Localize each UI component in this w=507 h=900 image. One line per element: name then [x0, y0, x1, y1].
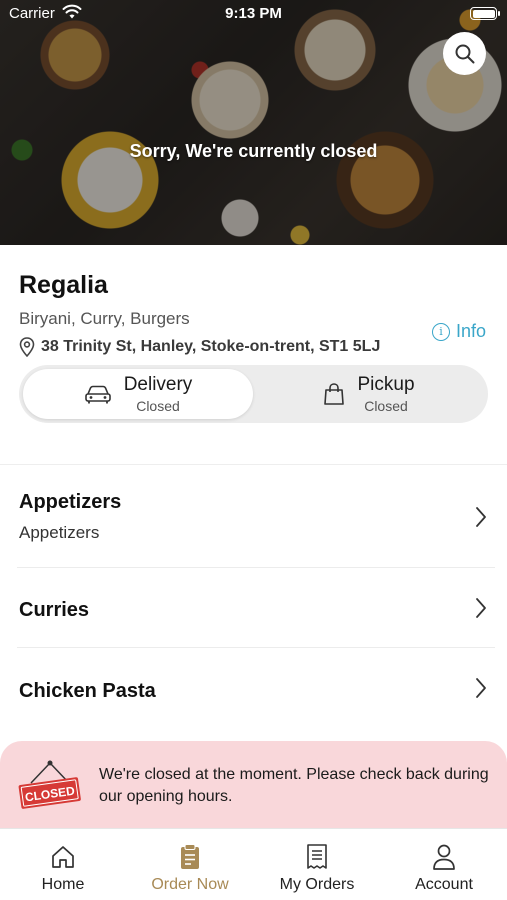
order-icon: [181, 844, 199, 869]
pickup-status: Closed: [364, 398, 408, 414]
home-icon: [52, 846, 74, 868]
hero-overlay: [0, 0, 507, 245]
restaurant-name: Regalia: [19, 271, 108, 299]
bag-icon: [324, 383, 345, 405]
pickup-option[interactable]: Pickup Closed: [254, 369, 484, 419]
status-bar: Carrier 9:13 PM: [0, 0, 507, 30]
tab-my-orders[interactable]: My Orders: [254, 829, 380, 900]
closed-notice-text: We're closed at the moment. Please check…: [99, 766, 489, 805]
category-title: Curries: [19, 599, 90, 621]
chevron-right-icon: [476, 678, 486, 698]
search-icon: [455, 44, 474, 63]
delivery-status: Closed: [136, 398, 180, 414]
person-icon: [433, 844, 455, 870]
search-button[interactable]: [443, 32, 486, 75]
car-icon: [84, 385, 111, 404]
chevron-right-icon: [476, 507, 486, 527]
closed-sign-icon: CLOSED: [18, 760, 81, 809]
receipt-icon: [307, 844, 327, 869]
info-label: Info: [456, 321, 487, 341]
restaurant-address: 38 Trinity St, Hanley, Stoke-on-trent, S…: [19, 337, 380, 357]
category-row-appetizers[interactable]: Appetizers Appetizers: [0, 466, 507, 567]
tab-my-orders-label: My Orders: [279, 876, 355, 893]
order-mode-toggle: Delivery Closed Pickup Closed: [19, 365, 488, 423]
bottom-tab-bar: Home Order Now My Orders Account: [0, 828, 507, 900]
info-icon: i: [432, 322, 450, 341]
address-text: 38 Trinity St, Hanley, Stoke-on-trent, S…: [41, 338, 381, 355]
category-title: Appetizers: [19, 491, 122, 513]
tab-home-label: Home: [41, 876, 85, 893]
section-divider: [0, 464, 507, 465]
battery-icon: [470, 7, 500, 20]
tab-home[interactable]: Home: [0, 829, 126, 900]
tab-account[interactable]: Account: [381, 829, 507, 900]
tab-account-label: Account: [415, 876, 473, 893]
info-link[interactable]: i Info: [432, 321, 486, 342]
closed-message: Sorry, We're currently closed: [129, 141, 378, 161]
location-pin-icon: [19, 337, 35, 357]
restaurant-cuisine: Biryani, Curry, Burgers: [19, 309, 190, 328]
category-row-chicken-pasta[interactable]: Chicken Pasta: [0, 648, 507, 730]
delivery-option[interactable]: Delivery Closed: [23, 369, 253, 419]
category-title: Chicken Pasta: [19, 680, 156, 702]
status-time: 9:13 PM: [225, 5, 282, 22]
delivery-title: Delivery: [123, 374, 193, 395]
closed-notice-banner: CLOSED We're closed at the moment. Pleas…: [0, 741, 507, 831]
tab-order-now[interactable]: Order Now: [127, 829, 253, 900]
chevron-right-icon: [476, 598, 486, 618]
hero-banner: Sorry, We're currently closed: [0, 0, 507, 245]
tab-order-now-label: Order Now: [151, 876, 229, 893]
category-row-curries[interactable]: Curries: [0, 568, 507, 647]
pickup-title: Pickup: [357, 374, 415, 395]
category-subtitle: Appetizers: [19, 523, 100, 542]
